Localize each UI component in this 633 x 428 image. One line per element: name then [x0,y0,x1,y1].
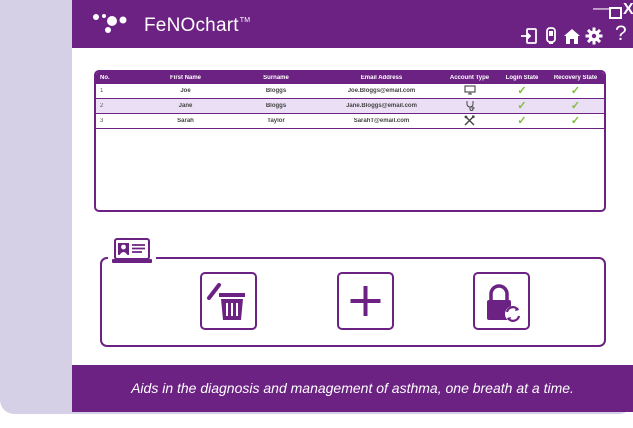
login-state-check: ✓ [517,101,527,111]
table-row[interactable]: 2 Jane Bloggs Jane.Bloggs@email.com ✓ ✓ [96,99,604,114]
cell-first-name: Jane [178,103,193,109]
header-email[interactable]: Email Address [321,75,442,81]
cell-account-type [442,85,497,97]
cell-account-type [442,100,497,113]
settings-icon[interactable] [585,27,603,45]
help-icon[interactable]: ? [615,22,627,46]
recovery-state-check: ✓ [570,116,581,126]
header-first-name[interactable]: First Name [140,75,231,81]
cell-surname: Bloggs [265,103,287,109]
table-row[interactable]: 1 Joe Bloggs Joe.Bloggs@email.com ✓ ✓ [96,84,604,99]
close-button[interactable]: X [623,1,633,19]
reset-lock-icon [487,284,521,322]
table-row[interactable]: 3 Sarah Taylor SarahT@email.com ✓ ✓ [96,114,604,129]
monitor-icon [463,85,476,95]
stethoscope-icon [466,100,474,111]
tools-icon [464,115,475,125]
add-user-icon [350,286,381,316]
header-no[interactable]: No. [96,75,140,81]
home-icon[interactable] [563,27,581,45]
users-table: No. First Name Surname Email Address Acc… [94,70,606,212]
cell-first-name: Joe [180,88,191,94]
trademark-mark: TM [239,17,251,24]
add-user-button[interactable] [337,272,394,330]
cell-surname: Taylor [267,118,285,124]
table-header: No. First Name Surname Email Address Acc… [96,72,604,84]
minimize-button[interactable]: — [593,0,609,18]
reset-lock-button[interactable] [473,272,530,330]
cell-no: 2 [100,103,104,109]
recovery-state-check: ✓ [570,101,581,111]
header-account-type[interactable]: Account Type [442,75,497,81]
app-title: FeNOchart [144,15,239,36]
device-icon[interactable] [542,27,560,45]
cell-first-name: Sarah [177,118,194,124]
logo-dots-icon [93,14,127,33]
logout-icon[interactable] [520,27,538,45]
app-window: FeNOchartTM — X ? No. First Name Surname… [72,0,633,412]
section-icon-wrap [108,238,156,264]
cell-account-type [442,115,497,128]
cell-email: Jane.Bloggs@email.com [346,103,417,109]
header-surname[interactable]: Surname [231,75,321,81]
recovery-state-check: ✓ [570,86,581,96]
header-login-state[interactable]: Login State [497,75,547,81]
footer-tagline: Aids in the diagnosis and management of … [72,365,633,412]
delete-user-button[interactable] [200,272,257,330]
maximize-button[interactable] [609,7,622,19]
user-card-icon [112,238,152,263]
delete-user-icon [207,283,245,320]
cell-email: SarahT@email.com [353,118,410,124]
app-logo-text: FeNOchartTM [144,15,250,37]
login-state-check: ✓ [517,116,527,126]
cell-no: 3 [100,118,104,124]
title-bar: FeNOchartTM — X ? [72,0,633,48]
header-recovery-state[interactable]: Recovery State [547,75,604,81]
cell-no: 1 [100,88,104,94]
login-state-check: ✓ [517,86,527,96]
cell-surname: Bloggs [265,88,287,94]
cell-email: Joe.Bloggs@email.com [347,88,416,94]
